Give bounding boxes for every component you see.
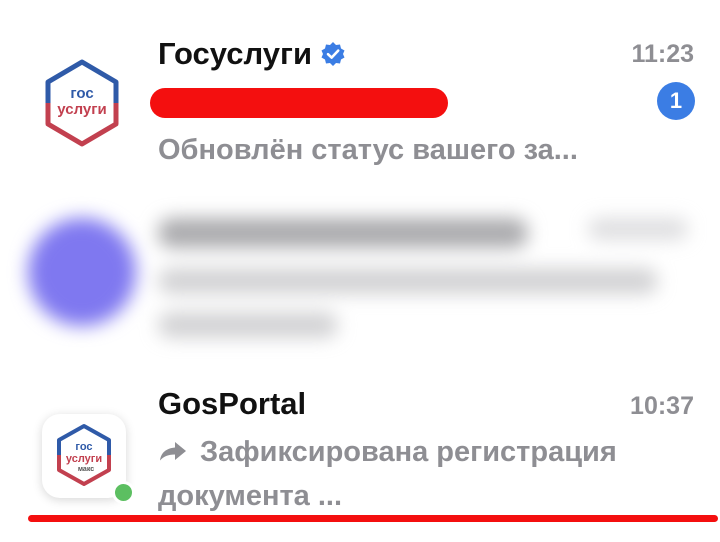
message-preview: Обновлён статус вашего за... — [158, 134, 578, 166]
forward-arrow-icon — [158, 431, 188, 461]
chat-time: 11:23 — [631, 40, 694, 68]
gosuslugi-avatar: гос услуги — [42, 58, 122, 148]
unread-badge: 1 — [657, 82, 695, 120]
chat-item-blurred[interactable] — [0, 190, 720, 360]
blurred-title — [158, 218, 528, 248]
message-preview: Зафиксирована регистрация документа ... — [158, 430, 678, 518]
chat-title: GosPortal — [158, 386, 307, 421]
chat-time: 10:37 — [630, 392, 694, 420]
blurred-preview-line2 — [158, 312, 338, 338]
avatar-text-line1: гос — [75, 441, 92, 453]
redaction-underline — [28, 515, 718, 522]
avatar-text-line2: услуги — [66, 453, 102, 465]
blurred-preview-line1 — [158, 268, 658, 294]
avatar-text-line1: гос — [70, 85, 93, 102]
blurred-content — [0, 190, 720, 360]
blurred-time — [588, 218, 688, 240]
avatar-text-line2: услуги — [57, 101, 106, 118]
online-status-dot — [112, 481, 135, 504]
chat-item-gosuslugi[interactable]: гос услуги Госуслуги 11:23 1 Обновлён ст… — [0, 0, 720, 190]
redaction-bar — [150, 88, 448, 118]
blurred-avatar — [28, 218, 136, 326]
avatar-text-line3: макс — [78, 466, 94, 473]
chat-item-gosportal[interactable]: гос услуги макс GosPortal 10:37 Зафиксир… — [0, 360, 720, 542]
verified-badge-icon — [320, 39, 346, 66]
chat-title-text: Госуслуги — [158, 36, 313, 71]
chat-title: Госуслуги — [158, 36, 346, 72]
message-preview-text: Зафиксирована регистрация документа ... — [158, 436, 617, 512]
